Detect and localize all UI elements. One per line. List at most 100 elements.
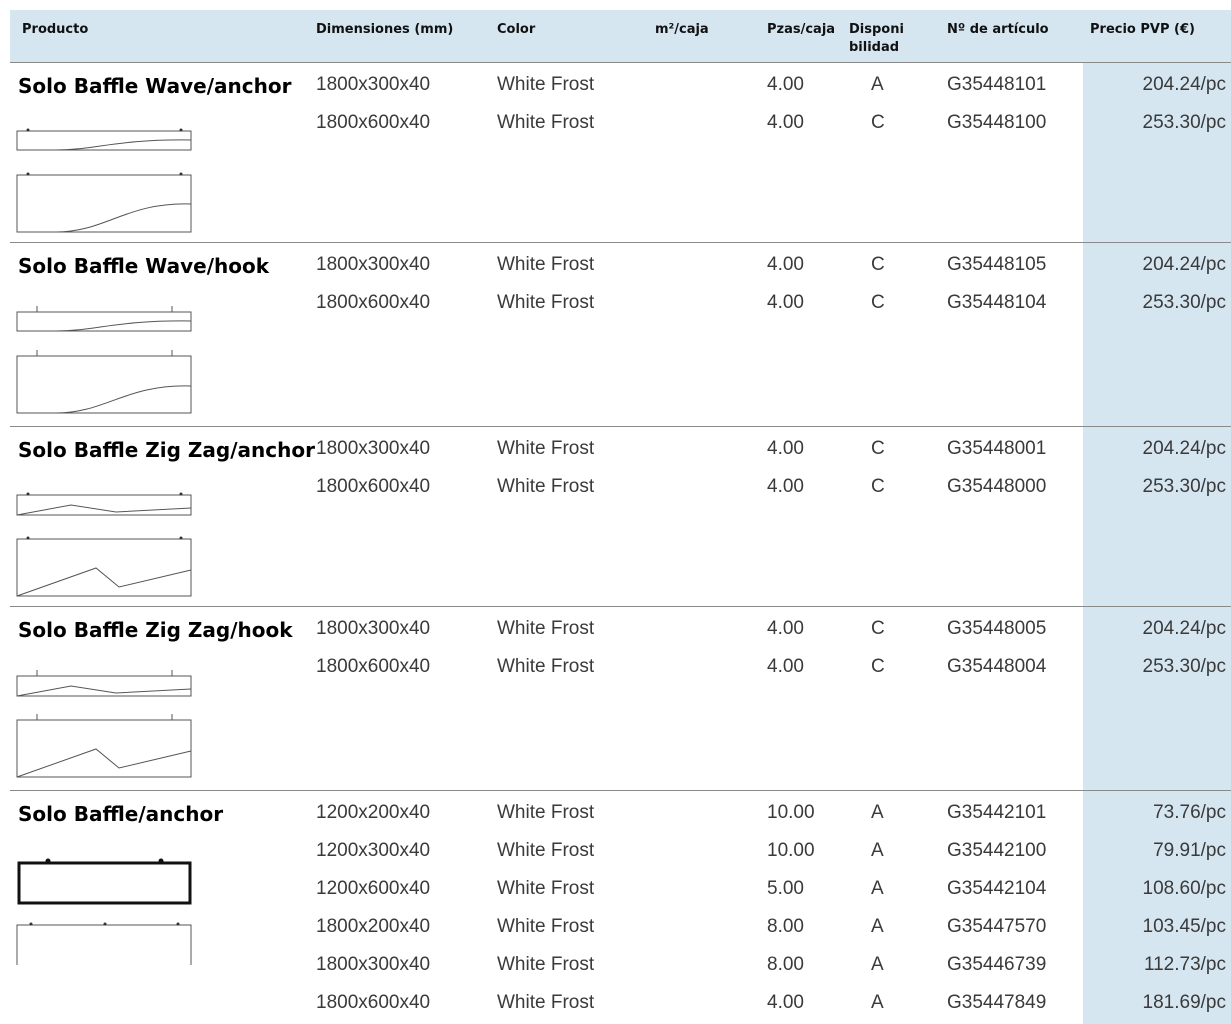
dimension-cell: 1800x600x40 [316, 476, 431, 497]
dimension-cell: 1200x600x40 [316, 878, 431, 899]
article-number-cell: G35448100 [947, 112, 1047, 133]
color-cell: White Frost [497, 840, 595, 861]
zigzag-hook-diagram [16, 670, 192, 778]
availability-cell: C [871, 112, 885, 133]
color-cell: White Frost [497, 438, 595, 459]
article-number-cell: G35448105 [947, 254, 1047, 275]
price-cell: 181.69/pc [1142, 992, 1226, 1013]
color-cell: White Frost [497, 656, 595, 677]
article-number-cell: G35448000 [947, 476, 1047, 497]
pieces-cell: 8.00 [767, 916, 804, 937]
price-cell: 103.45/pc [1142, 916, 1226, 937]
color-cell: White Frost [497, 992, 595, 1013]
availability-cell: A [871, 954, 884, 975]
price-cell: 253.30/pc [1142, 112, 1226, 133]
pieces-cell: 4.00 [767, 74, 804, 95]
header-producto: Producto [22, 22, 89, 37]
table-row: 1800x600x40 White Frost 4.00 C G35448000… [10, 464, 1231, 502]
product-group-zigzag-anchor: Solo Baffle Zig Zag/anchor 1800x300x40 W… [10, 426, 1231, 606]
availability-cell: A [871, 916, 884, 937]
dimension-cell: 1800x300x40 [316, 254, 431, 275]
dimension-cell: 1200x300x40 [316, 840, 431, 861]
pieces-cell: 4.00 [767, 112, 804, 133]
table-row: 1200x300x40 White Frost 10.00 A G3544210… [10, 828, 1231, 866]
availability-cell: C [871, 656, 885, 677]
color-cell: White Frost [497, 112, 595, 133]
header-m2-caja: m²/caja [655, 22, 709, 37]
pieces-cell: 4.00 [767, 476, 804, 497]
price-cell: 253.30/pc [1142, 656, 1226, 677]
zigzag-anchor-diagram [16, 492, 192, 597]
color-cell: White Frost [497, 802, 595, 823]
table-row: 1200x200x40 White Frost 10.00 A G3544210… [10, 790, 1231, 828]
article-number-cell: G35442104 [947, 878, 1047, 899]
table-row: 1800x300x40 White Frost 4.00 C G35448001… [10, 426, 1231, 464]
article-number-cell: G35448004 [947, 656, 1047, 677]
header-precio: Precio PVP (€) [1090, 22, 1195, 37]
availability-cell: A [871, 840, 884, 861]
price-cell: 112.73/pc [1143, 954, 1226, 975]
dimension-cell: 1800x600x40 [316, 656, 431, 677]
header-pzas-caja: Pzas/caja [767, 22, 836, 37]
header-color: Color [497, 22, 536, 37]
article-number-cell: G35447849 [947, 992, 1047, 1013]
wave-hook-diagram [16, 306, 192, 414]
pieces-cell: 4.00 [767, 438, 804, 459]
color-cell: White Frost [497, 254, 595, 275]
availability-cell: A [871, 74, 884, 95]
color-cell: White Frost [497, 954, 595, 975]
color-cell: White Frost [497, 74, 595, 95]
table-row: 1800x600x40 White Frost 4.00 C G35448004… [10, 644, 1231, 682]
dimension-cell: 1800x600x40 [316, 292, 431, 313]
table-row: 1200x600x40 White Frost 5.00 A G35442104… [10, 866, 1231, 904]
price-cell: 204.24/pc [1142, 618, 1226, 639]
table-row: 1800x300x40 White Frost 4.00 C G35448005… [10, 606, 1231, 644]
pieces-cell: 4.00 [767, 292, 804, 313]
dimension-cell: 1800x300x40 [316, 438, 431, 459]
pieces-cell: 10.00 [767, 802, 815, 823]
price-cell: 108.60/pc [1142, 878, 1226, 899]
dimension-cell: 1800x300x40 [316, 74, 431, 95]
pieces-cell: 4.00 [767, 618, 804, 639]
table-row: 1800x300x40 White Frost 8.00 A G35446739… [10, 942, 1231, 980]
color-cell: White Frost [497, 916, 595, 937]
article-number-cell: G35448001 [947, 438, 1047, 459]
pieces-cell: 8.00 [767, 954, 804, 975]
header-disponibilidad-line1: Disponi [849, 22, 904, 37]
header-disponibilidad: Disponi bilidad [849, 21, 904, 57]
table-row: 1800x300x40 White Frost 4.00 C G35448105… [10, 242, 1231, 280]
product-group-zigzag-hook: Solo Baffle Zig Zag/hook 1800x300x40 Whi… [10, 606, 1231, 790]
product-group-wave-anchor: Solo Baffle Wave/anchor 1800x300x40 Whit… [10, 62, 1231, 242]
table-header: Producto Dimensiones (mm) Color m²/caja … [10, 10, 1231, 63]
pieces-cell: 10.00 [767, 840, 815, 861]
price-cell: 79.91/pc [1153, 840, 1226, 861]
header-articulo: Nº de artículo [947, 22, 1049, 37]
product-group-baffle-anchor: Solo Baffle/anchor 1200x200x40 White Fro… [10, 790, 1231, 1024]
table-row: 1800x600x40 White Frost 4.00 C G35448104… [10, 280, 1231, 318]
availability-cell: C [871, 476, 885, 497]
header-dimensiones: Dimensiones (mm) [316, 22, 454, 37]
availability-cell: A [871, 878, 884, 899]
article-number-cell: G35448104 [947, 292, 1047, 313]
availability-cell: C [871, 438, 885, 459]
price-cell: 204.24/pc [1142, 254, 1226, 275]
price-cell: 253.30/pc [1142, 292, 1226, 313]
price-cell: 253.30/pc [1142, 476, 1226, 497]
availability-cell: A [871, 992, 884, 1013]
table-row: 1800x300x40 White Frost 4.00 A G35448101… [10, 62, 1231, 100]
article-number-cell: G35446739 [947, 954, 1047, 975]
color-cell: White Frost [497, 878, 595, 899]
availability-cell: C [871, 618, 885, 639]
table-row: 1800x600x40 White Frost 4.00 C G35448100… [10, 100, 1231, 138]
article-number-cell: G35442101 [947, 802, 1047, 823]
table-row: 1800x600x40 White Frost 4.00 A G35447849… [10, 980, 1231, 1018]
price-cell: 73.76/pc [1153, 802, 1226, 823]
product-group-wave-hook: Solo Baffle Wave/hook 1800x300x40 White … [10, 242, 1231, 426]
pieces-cell: 4.00 [767, 992, 804, 1013]
dimension-cell: 1800x200x40 [316, 916, 431, 937]
dimension-cell: 1800x600x40 [316, 112, 431, 133]
dimension-cell: 1800x300x40 [316, 618, 431, 639]
article-number-cell: G35442100 [947, 840, 1047, 861]
article-number-cell: G35448101 [947, 74, 1047, 95]
availability-cell: C [871, 292, 885, 313]
